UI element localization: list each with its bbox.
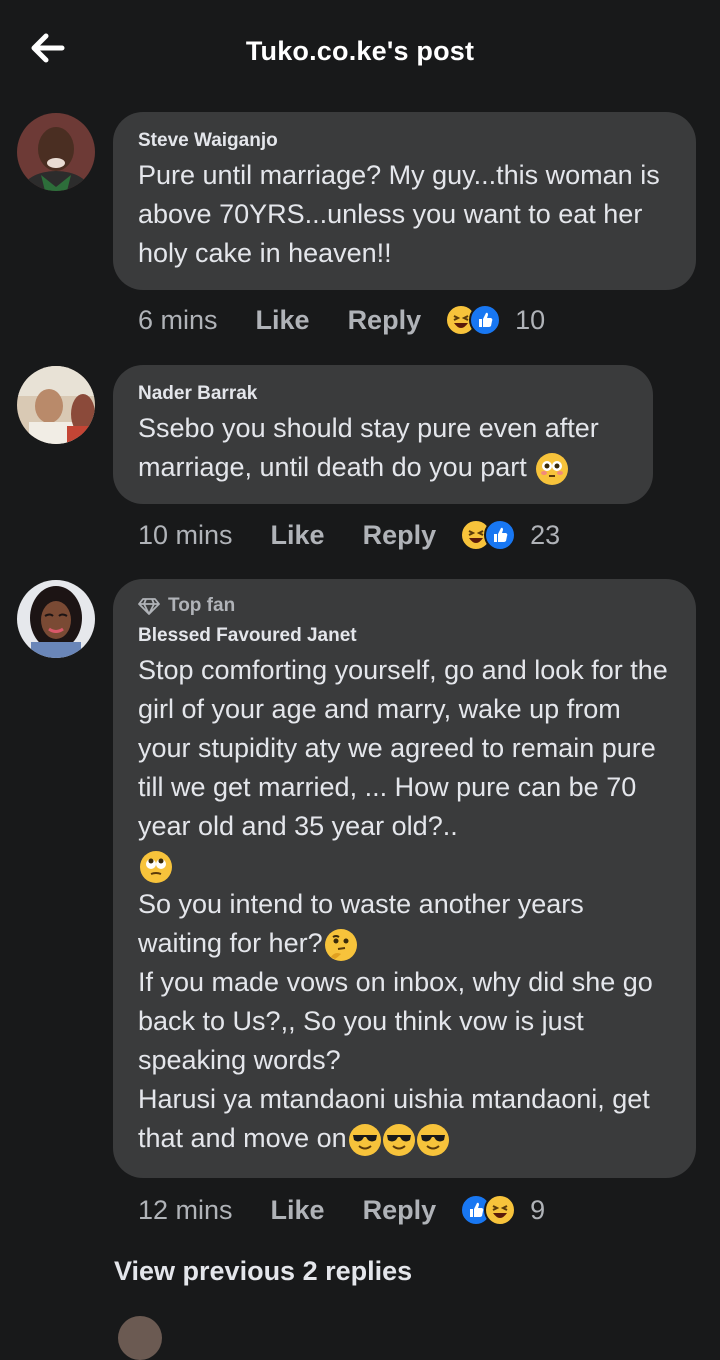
avatar[interactable]: [17, 113, 95, 191]
reply-button[interactable]: Reply: [363, 520, 437, 551]
comment-actions: 10 mins Like Reply 23: [138, 515, 560, 555]
comment-text-body: Ssebo you should stay pure even after ma…: [138, 413, 599, 482]
haha-reaction-icon: [484, 1194, 517, 1226]
sunglasses-face-icon: [382, 1123, 415, 1156]
thinking-face-icon: [324, 928, 357, 961]
comment-bubble: Top fan Blessed Favoured Janet Stop comf…: [113, 579, 696, 1178]
top-fan-badge: Top fan: [138, 595, 670, 617]
comment-text: Stop comforting yourself, go and look fo…: [138, 651, 670, 1158]
reactions[interactable]: [460, 519, 517, 551]
sunglasses-face-icon: [348, 1123, 381, 1156]
like-button[interactable]: Like: [256, 305, 310, 336]
comment-author[interactable]: Nader Barrak: [138, 383, 627, 405]
comment-text-line: So you intend to waste another years wai…: [138, 889, 584, 958]
comment-author[interactable]: Blessed Favoured Janet: [138, 625, 670, 647]
comment-text: Ssebo you should stay pure even after ma…: [138, 409, 627, 487]
reply-button[interactable]: Reply: [348, 305, 422, 336]
comment-text-line: If you made vows on inbox, why did she g…: [138, 967, 653, 1075]
like-button[interactable]: Like: [271, 520, 325, 551]
view-previous-replies-link[interactable]: View previous 2 replies: [114, 1256, 412, 1287]
comment-actions: 6 mins Like Reply 10: [138, 300, 545, 340]
reactions[interactable]: [445, 304, 502, 336]
avatar[interactable]: [17, 580, 95, 658]
reaction-count: 10: [515, 304, 546, 335]
like-reaction-icon: [469, 304, 502, 336]
diamond-icon: [138, 598, 160, 615]
like-reaction-icon: [484, 519, 517, 551]
like-button[interactable]: Like: [271, 1195, 325, 1226]
avatar[interactable]: [17, 366, 95, 444]
reactions[interactable]: [460, 1194, 517, 1226]
comment-bubble: Nader Barrak Ssebo you should stay pure …: [113, 365, 653, 504]
flushed-face-icon: [536, 452, 569, 485]
reaction-count: 23: [530, 519, 561, 550]
comment-bubble: Steve Waiganjo Pure until marriage? My g…: [113, 112, 696, 290]
sunglasses-face-icon: [416, 1123, 449, 1156]
comment-actions: 12 mins Like Reply 9: [138, 1190, 545, 1230]
comment-author[interactable]: Steve Waiganjo: [138, 130, 670, 152]
comment-text-line: Stop comforting yourself, go and look fo…: [138, 655, 668, 841]
comment-time[interactable]: 12 mins: [138, 1195, 233, 1226]
page-title: Tuko.co.ke's post: [245, 36, 475, 66]
face-with-rolling-eyes-icon: [140, 850, 172, 883]
badge-label: Top fan: [168, 595, 236, 616]
reaction-count: 9: [530, 1194, 546, 1225]
header: Tuko.co.ke's post: [0, 0, 720, 100]
comment-text: Pure until marriage? My guy...this woman…: [138, 160, 660, 268]
comment-time[interactable]: 10 mins: [138, 520, 233, 551]
comment-time[interactable]: 6 mins: [138, 305, 218, 336]
reply-button[interactable]: Reply: [363, 1195, 437, 1226]
